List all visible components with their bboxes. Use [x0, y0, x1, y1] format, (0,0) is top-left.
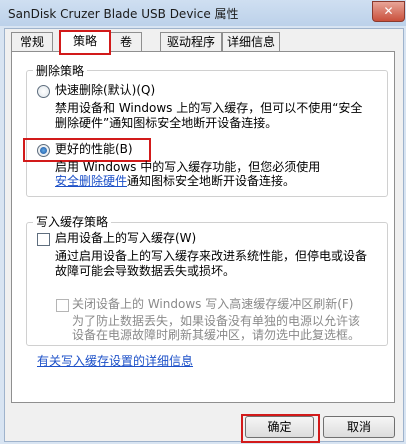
write-cache-policy-title: 写入缓存策略: [33, 213, 112, 230]
enable-write-cache-desc-2: 故障可能会导致数据丢失或损坏。: [55, 264, 236, 278]
quick-removal-desc-2: 删除硬件”通知图标安全地断开设备连接。: [55, 116, 278, 130]
safely-remove-hardware-link[interactable]: 安全删除硬件: [55, 174, 127, 188]
tab-volumes[interactable]: 卷: [110, 32, 142, 51]
quick-removal-label[interactable]: 快速删除(默认)(Q): [55, 83, 155, 98]
turn-off-buffer-flush-checkbox[interactable]: [56, 299, 69, 312]
better-performance-desc-line-2: 安全删除硬件通知图标安全地断开设备连接。: [55, 174, 295, 189]
turn-off-buffer-flush-desc-1: 为了防止数据丢失，如果设备没有单独的电源以允许该: [72, 314, 361, 328]
window-title: SanDisk Cruzer Blade USB Device 属性: [8, 7, 239, 21]
better-performance-desc-1: 启用 Windows 中的写入缓存功能，但您必须使用: [55, 160, 321, 174]
tab-driver[interactable]: 驱动程序: [160, 32, 222, 51]
close-icon: ✕: [383, 4, 394, 18]
write-cache-details-link[interactable]: 有关写入缓存设置的详细信息: [37, 354, 193, 369]
tab-general[interactable]: 常规: [11, 32, 53, 51]
cancel-button[interactable]: 取消: [323, 416, 395, 438]
quick-removal-radio[interactable]: [37, 85, 50, 98]
better-performance-radio[interactable]: [37, 144, 50, 157]
turn-off-buffer-flush-label[interactable]: 关闭设备上的 Windows 写入高速缓存缓冲区刷新(F): [72, 297, 353, 312]
turn-off-buffer-flush-desc-2: 设备在电源故障时刷新其缓冲区，请勿选中此复选框。: [72, 328, 361, 342]
tab-details[interactable]: 详细信息: [222, 32, 280, 51]
better-performance-desc-2: 通知图标安全地断开设备连接。: [127, 174, 296, 188]
enable-write-cache-desc-1: 通过启用设备上的写入缓存来改进系统性能，但停电或设备: [55, 249, 368, 263]
ok-button[interactable]: 确定: [245, 416, 314, 438]
enable-write-cache-checkbox[interactable]: [37, 233, 50, 246]
removal-policy-title: 删除策略: [33, 62, 88, 79]
quick-removal-desc-1: 禁用设备和 Windows 上的写入缓存，但可以不使用“安全: [55, 101, 363, 115]
enable-write-cache-label[interactable]: 启用设备上的写入缓存(W): [55, 231, 196, 246]
close-button[interactable]: ✕: [372, 1, 405, 22]
better-performance-label[interactable]: 更好的性能(B): [55, 142, 133, 157]
tab-policies[interactable]: 策略: [59, 30, 111, 55]
